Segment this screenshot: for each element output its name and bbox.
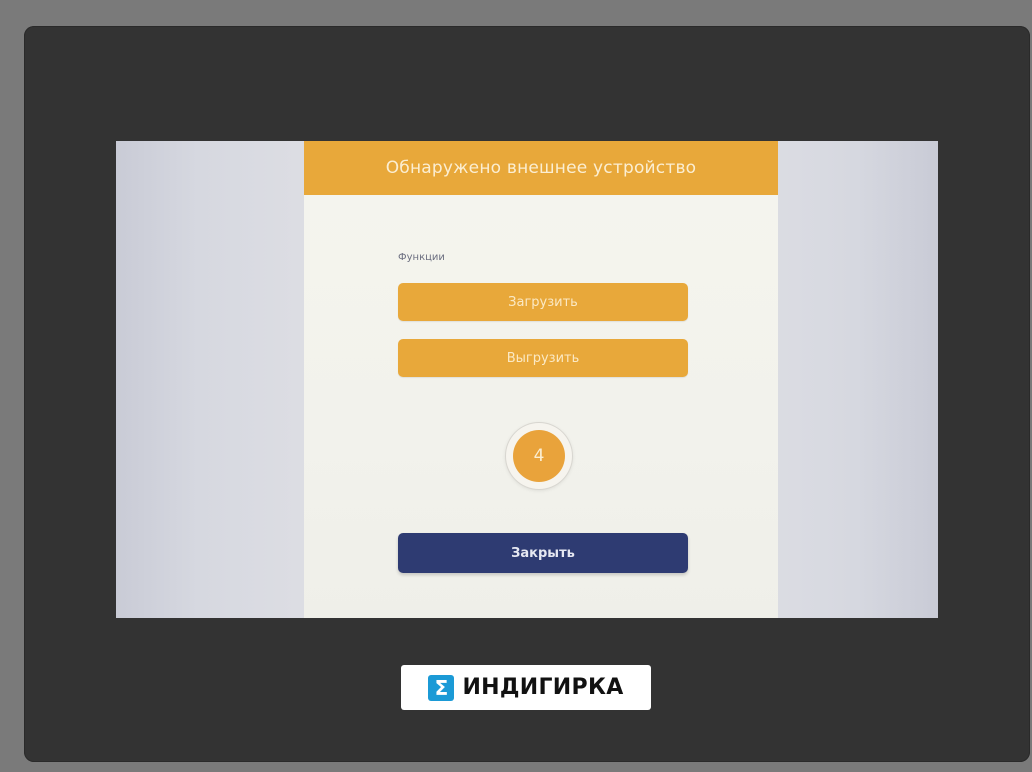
download-button[interactable]: Выгрузить [398,339,688,377]
functions-label: Функции [398,252,445,263]
countdown-indicator: 4 [506,423,572,489]
external-device-dialog: Обнаружено внешнее устройство Функции За… [304,141,778,618]
dialog-header: Обнаружено внешнее устройство [304,141,778,195]
brand-name: ИНДИГИРКА [462,675,624,700]
indigirka-logo-icon: Σ [428,674,455,701]
brand-logo: Σ ИНДИГИРКА [401,665,651,710]
upload-button[interactable]: Загрузить [398,283,688,321]
close-button[interactable]: Закрыть [398,533,688,573]
device-screen: Обнаружено внешнее устройство Функции За… [116,141,938,618]
countdown-value: 4 [513,430,565,482]
dialog-title: Обнаружено внешнее устройство [385,158,697,178]
